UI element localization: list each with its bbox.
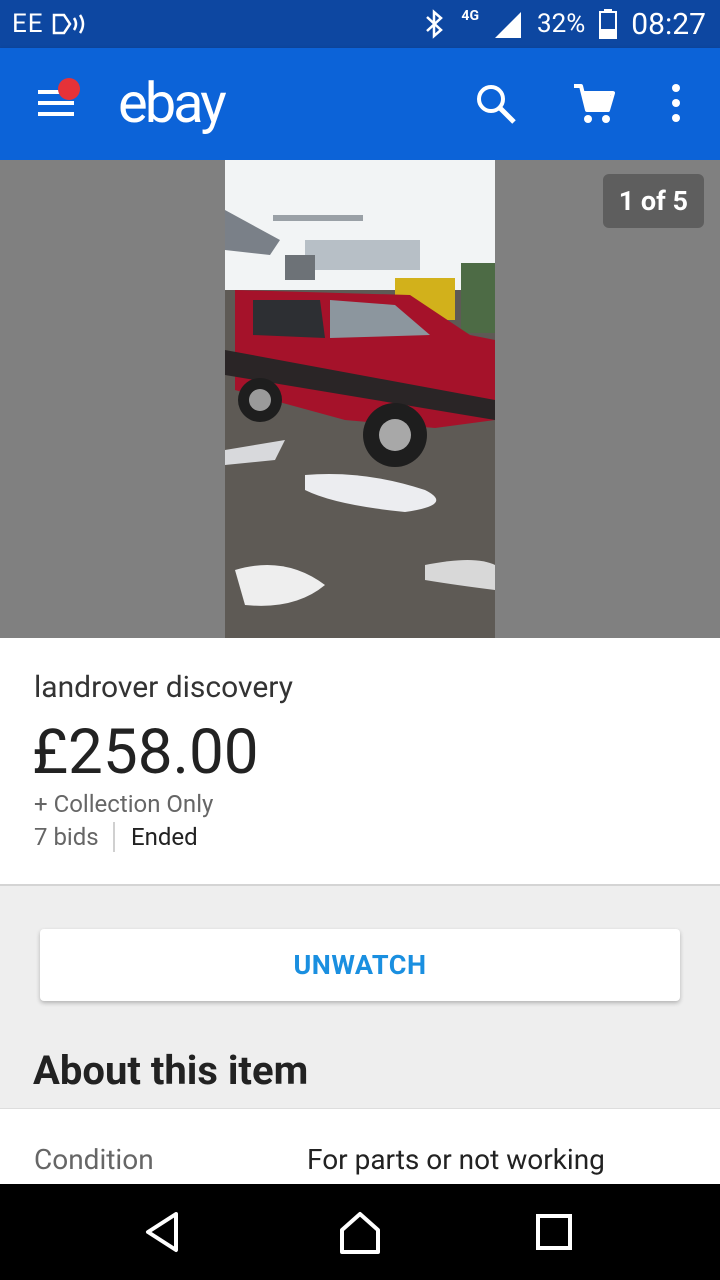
- condition-value: For parts or not working: [307, 1143, 605, 1176]
- listing-status: Ended: [131, 823, 198, 851]
- carrier: EE: [12, 9, 90, 39]
- ebay-logo[interactable]: ebay: [118, 70, 227, 136]
- bluetooth-icon: [426, 9, 444, 39]
- item-photo[interactable]: [225, 160, 495, 638]
- recents-icon[interactable]: [530, 1208, 578, 1256]
- shipping-info: + Collection Only: [34, 790, 214, 818]
- back-icon[interactable]: [140, 1208, 188, 1256]
- battery-percent: 32%: [537, 9, 586, 39]
- battery-icon: [599, 9, 618, 39]
- app-bar: ebay: [0, 48, 720, 160]
- network-type: 4G: [461, 8, 479, 24]
- status-bar: EE 4G 32% 08:27: [0, 0, 720, 48]
- item-summary: landrover discovery £258.00 + Collection…: [0, 638, 720, 886]
- divider: [113, 822, 115, 852]
- home-icon[interactable]: [336, 1208, 384, 1256]
- item-price: £258.00: [32, 716, 259, 789]
- item-details: Condition For parts or not working: [0, 1108, 720, 1185]
- unwatch-button[interactable]: UNWATCH: [40, 929, 680, 1001]
- condition-label: Condition: [34, 1143, 154, 1176]
- signal-icon: [495, 12, 521, 38]
- cart-icon[interactable]: [572, 82, 616, 126]
- section-heading: About this item: [33, 1047, 309, 1094]
- bid-count[interactable]: 7 bids: [34, 823, 99, 851]
- navigation-bar: [0, 1184, 720, 1280]
- image-counter: 1 of 5: [602, 174, 704, 228]
- status-icons: 4G 32% 08:27: [423, 0, 706, 48]
- item-title: landrover discovery: [34, 670, 293, 705]
- nfc-cast-icon: [52, 13, 84, 35]
- notification-dot: [58, 78, 80, 100]
- carrier-label: EE: [12, 9, 44, 39]
- clock: 08:27: [631, 6, 706, 42]
- menu-button[interactable]: [36, 78, 80, 122]
- image-gallery[interactable]: 1 of 5: [0, 160, 720, 638]
- more-vert-icon[interactable]: [654, 82, 698, 126]
- search-icon[interactable]: [474, 82, 518, 126]
